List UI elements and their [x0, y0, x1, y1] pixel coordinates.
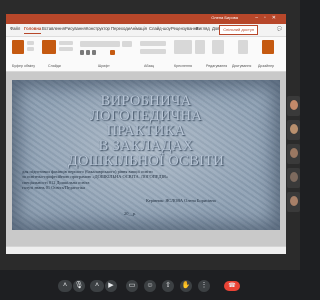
font-name-field[interactable] [80, 41, 120, 47]
slide-body: для підготовки фахівців першого (бакалав… [22, 169, 222, 191]
slide-title-line: ДОШКІЛЬНОЇ ОСВІТИ [67, 153, 225, 169]
arrange-icon[interactable] [195, 40, 205, 54]
tab-draw[interactable]: Рисування [65, 26, 86, 31]
bold-icon[interactable] [80, 50, 84, 55]
participant-tile[interactable] [287, 192, 300, 212]
mic-icon[interactable]: 🎙 [73, 280, 85, 292]
tab-home[interactable]: Головна [24, 26, 42, 34]
tab-transitions[interactable]: Переходи [111, 26, 130, 31]
new-slide-icon[interactable] [42, 40, 56, 54]
layout-icon[interactable] [59, 41, 73, 45]
slide-body-line: галузі знань 01 Освіта/Педагогіка [22, 185, 85, 191]
hangup-icon[interactable]: ☎ [224, 281, 240, 291]
slide-canvas: ВИРОБНИЧА ЛОГОПЕДИЧНА ПРАКТИКА В ЗАКЛАДА… [6, 72, 286, 254]
powerpoint-window: Олена Бирова –▫✕ Файл Головна Вставлення… [6, 14, 286, 254]
slide[interactable]: ВИРОБНИЧА ЛОГОПЕДИЧНА ПРАКТИКА В ЗАКЛАДА… [12, 80, 280, 230]
tab-insert[interactable]: Вставлення [42, 26, 65, 31]
bullets-icon[interactable] [140, 41, 166, 46]
quick-access-toolbar [9, 16, 43, 29]
participant-avatar [290, 124, 298, 134]
participant-avatar [290, 148, 298, 158]
tab-slideshow[interactable]: Слайд-шоу [149, 26, 171, 31]
emoji-icon[interactable]: ☺ [144, 280, 156, 292]
ribbon-group-editing: Редагування [206, 64, 228, 68]
chevron-up-icon[interactable]: ˄ [58, 280, 72, 292]
tab-view[interactable]: Вигляд [196, 26, 210, 31]
raise-hand-icon[interactable]: ✋ [180, 280, 192, 292]
meeting-toolbar: ˄ 🎙 ˄ ▶ ▭ ☺ ⇧ ✋ ⋮ ☎ [0, 270, 300, 300]
chevron-up-icon[interactable]: ˄ [90, 280, 104, 292]
shapes-icon[interactable] [174, 40, 192, 54]
italic-icon[interactable] [86, 50, 90, 55]
participant-tile[interactable] [287, 144, 300, 164]
find-icon[interactable] [212, 40, 224, 54]
copy-icon[interactable] [27, 47, 34, 51]
present-icon[interactable]: ⇧ [162, 280, 174, 292]
reset-icon[interactable] [59, 47, 73, 51]
ppt-titlebar: Олена Бирова –▫✕ [6, 14, 286, 29]
user-name: Олена Бирова [211, 15, 238, 20]
tab-design[interactable]: Конструктор [86, 26, 110, 31]
comments-icon[interactable]: 💬 [277, 26, 282, 31]
tab-file[interactable]: Файл [10, 26, 20, 31]
font-size-field[interactable] [122, 41, 132, 47]
ribbon-group-slides: Слайди [48, 64, 61, 68]
participant-tile[interactable] [287, 96, 300, 116]
participant-tile[interactable] [287, 120, 300, 140]
ribbon-group-paragraph: Абзац [144, 64, 155, 68]
slide-title-line: ЛОГОПЕДИЧНА ПРАКТИКА [89, 108, 203, 139]
shared-screen: Олена Бирова –▫✕ Файл Головна Вставлення… [0, 0, 300, 300]
window-controls[interactable]: –▫✕ [255, 15, 282, 21]
ribbon-group-font: Шрифт [98, 64, 110, 68]
underline-icon[interactable] [92, 50, 96, 55]
ribbon-group-designer: Дизайнер [258, 64, 275, 68]
more-icon[interactable]: ⋮ [198, 280, 210, 292]
share-button[interactable]: Спільний доступ [219, 25, 258, 35]
ribbon-group-drawing: Креслення [174, 64, 192, 68]
ribbon-group-clipboard: Буфер обміну [12, 64, 36, 68]
ribbon: Буфер обміну Слайди Шрифт Абзац Кресленн… [6, 37, 286, 72]
participant-avatar [290, 196, 298, 206]
paste-icon[interactable] [12, 40, 24, 54]
participant-strip [287, 96, 300, 256]
slide-title-line: В ЗАКЛАДАХ [98, 138, 194, 154]
captions-icon[interactable]: ▭ [126, 280, 138, 292]
tab-review[interactable]: Рецензування [171, 26, 198, 31]
dictate-icon[interactable] [238, 40, 248, 54]
ribbon-tabs: Файл Головна Вставлення Рисування Констр… [6, 24, 286, 37]
ppt-status-bar [6, 246, 286, 254]
camera-icon[interactable]: ▶ [105, 280, 117, 292]
align-icon[interactable] [140, 49, 166, 54]
font-color-icon[interactable] [110, 50, 115, 55]
cut-icon[interactable] [27, 41, 34, 45]
slide-title-line: ВИРОБНИЧА [100, 93, 192, 109]
slide-author: Керівник: ЯСЛОВА Олена Борисівна [146, 198, 216, 203]
participant-avatar [290, 172, 298, 182]
tab-animations[interactable]: Анімація [130, 26, 147, 31]
participant-avatar [290, 100, 298, 110]
designer-icon[interactable] [262, 40, 274, 54]
slide-title: ВИРОБНИЧА ЛОГОПЕДИЧНА ПРАКТИКА В ЗАКЛАДА… [60, 94, 232, 169]
slide-year: 20__р. [124, 211, 137, 216]
participant-tile[interactable] [287, 168, 300, 188]
ribbon-group-voice: Диктування [232, 64, 252, 68]
